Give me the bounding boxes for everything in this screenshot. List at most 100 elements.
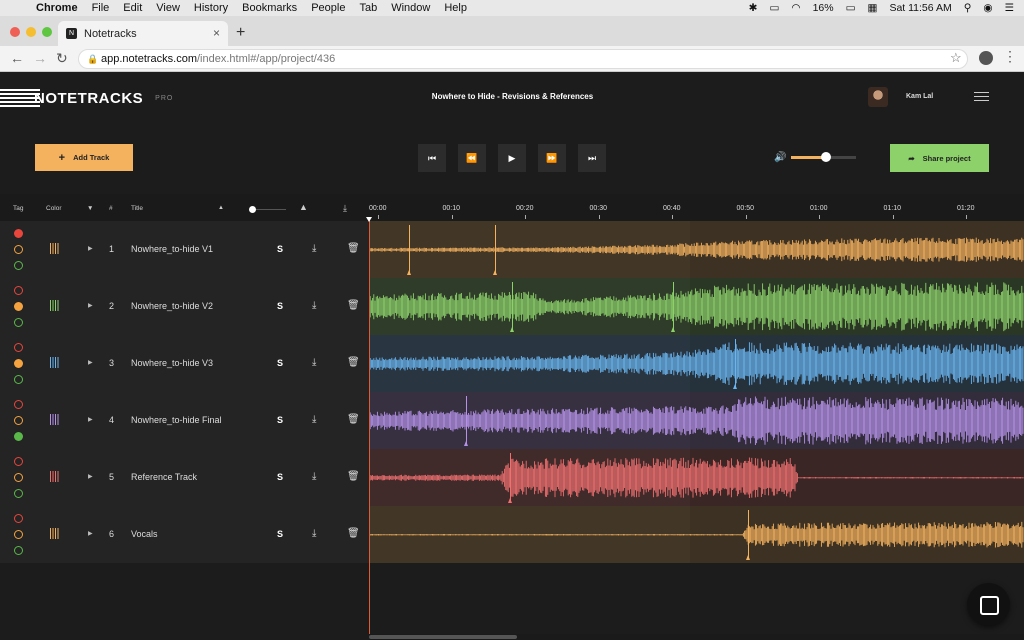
tag-green-toggle[interactable] (14, 375, 23, 384)
tag-orange-toggle[interactable] (14, 359, 23, 368)
waveform-color-icon[interactable] (50, 243, 60, 254)
bookmark-star-icon[interactable]: ☆ (950, 50, 962, 66)
battery-percent[interactable]: 16% (813, 2, 834, 14)
trash-icon[interactable]: 🗑 (347, 300, 360, 311)
track-title[interactable]: Reference Track (131, 472, 197, 482)
tag-orange-toggle[interactable] (14, 530, 23, 539)
tag-red-toggle[interactable] (14, 286, 23, 295)
zoom-slider-track[interactable] (256, 209, 286, 210)
back-icon[interactable]: ← (10, 50, 24, 66)
zoom-slider-handle[interactable] (249, 206, 256, 213)
tag-green-toggle[interactable] (14, 261, 23, 270)
download-icon[interactable]: ⤓ (312, 357, 316, 368)
download-icon[interactable]: ⤓ (312, 300, 316, 311)
tag-red-toggle[interactable] (14, 343, 23, 352)
menu-app-name[interactable]: Chrome (36, 2, 78, 14)
expand-track-icon[interactable]: ▶ (88, 416, 93, 423)
bluetooth-icon[interactable]: ✱ (749, 2, 758, 14)
color-sort-icon[interactable]: ▼ (87, 205, 93, 212)
track-title[interactable]: Nowhere_to-hide V1 (131, 244, 213, 254)
notetracks-logo[interactable]: NOTETRACKS PRO (0, 88, 173, 108)
solo-button[interactable]: S (277, 415, 283, 425)
expand-track-icon[interactable]: ▶ (88, 302, 93, 309)
playhead-marker[interactable] (366, 217, 372, 222)
zoom-in-icon[interactable]: ▲ (299, 202, 308, 212)
comment-marker[interactable] (671, 282, 675, 332)
chat-launcher-icon[interactable] (967, 583, 1010, 626)
battery-icon[interactable]: ▭ (846, 2, 856, 14)
tag-red-toggle[interactable] (14, 457, 23, 466)
tag-orange-toggle[interactable] (14, 416, 23, 425)
expand-track-icon[interactable]: ▶ (88, 530, 93, 537)
menu-bookmarks[interactable]: Bookmarks (242, 2, 297, 14)
user-avatar[interactable] (868, 87, 888, 107)
tag-orange-toggle[interactable] (14, 302, 23, 311)
expand-track-icon[interactable]: ▶ (88, 473, 93, 480)
volume-slider-handle[interactable] (821, 152, 831, 162)
tag-green-toggle[interactable] (14, 318, 23, 327)
hamburger-menu-icon[interactable] (974, 92, 989, 101)
download-icon[interactable]: ⤓ (312, 528, 316, 539)
skip-to-start-button[interactable]: ⏮ (418, 144, 446, 172)
menu-file[interactable]: File (92, 2, 110, 14)
download-icon[interactable]: ⤓ (312, 471, 316, 482)
waveform-color-icon[interactable] (50, 471, 60, 482)
column-number[interactable]: # (109, 205, 113, 212)
waveform-color-icon[interactable] (50, 357, 60, 368)
column-title[interactable]: Title (131, 205, 143, 212)
track-title[interactable]: Vocals (131, 529, 158, 539)
track-waveform[interactable] (369, 335, 1024, 392)
minimize-window-icon[interactable] (26, 27, 36, 37)
menu-people[interactable]: People (311, 2, 345, 14)
play-button[interactable]: ▶ (498, 144, 526, 172)
rewind-button[interactable]: ⏪ (458, 144, 486, 172)
browser-tab[interactable]: N Notetracks × (58, 21, 228, 46)
maximize-window-icon[interactable] (42, 27, 52, 37)
timeline-scrollbar-thumb[interactable] (369, 635, 517, 639)
user-name[interactable]: Kam Lal (906, 93, 933, 100)
comment-marker[interactable] (510, 282, 514, 332)
fast-forward-button[interactable]: ⏩ (538, 144, 566, 172)
tag-orange-toggle[interactable] (14, 473, 23, 482)
spotlight-icon[interactable]: ⚲ (964, 2, 972, 14)
expand-track-icon[interactable]: ▶ (88, 245, 93, 252)
solo-button[interactable]: S (277, 472, 283, 482)
address-bar[interactable]: 🔒 app.notetracks.com/index.html#/app/pro… (78, 49, 968, 69)
tag-green-toggle[interactable] (14, 546, 23, 555)
menu-window[interactable]: Window (391, 2, 430, 14)
menu-edit[interactable]: Edit (123, 2, 142, 14)
profile-icon[interactable] (979, 51, 993, 65)
share-project-button[interactable]: ➦ Share project (890, 144, 989, 172)
trash-icon[interactable]: 🗑 (347, 414, 360, 425)
tag-orange-toggle[interactable] (14, 245, 23, 254)
menu-view[interactable]: View (156, 2, 180, 14)
track-waveform[interactable] (369, 278, 1024, 335)
track-waveform[interactable] (369, 221, 1024, 278)
close-tab-icon[interactable]: × (213, 26, 220, 40)
waveform-color-icon[interactable] (50, 414, 60, 425)
tag-red-toggle[interactable] (14, 229, 23, 238)
reload-icon[interactable]: ↻ (56, 50, 68, 67)
track-waveform[interactable] (369, 506, 1024, 563)
tag-green-toggle[interactable] (14, 432, 23, 441)
skip-to-end-button[interactable]: ⏭ (578, 144, 606, 172)
waveform-color-icon[interactable] (50, 528, 60, 539)
notification-center-icon[interactable]: ☰ (1005, 2, 1014, 14)
keyboard-icon[interactable]: ▦ (868, 2, 878, 14)
comment-marker[interactable] (464, 396, 468, 446)
airplay-icon[interactable]: ▭ (769, 2, 779, 14)
download-icon[interactable]: ⤓ (312, 243, 316, 254)
solo-button[interactable]: S (277, 244, 283, 254)
volume-icon[interactable]: 🔊 (774, 152, 786, 163)
clock[interactable]: Sat 11:56 AM (889, 2, 951, 14)
add-track-button[interactable]: + Add Track (35, 144, 133, 171)
comment-marker[interactable] (493, 225, 497, 275)
solo-button[interactable]: S (277, 301, 283, 311)
solo-button[interactable]: S (277, 358, 283, 368)
expand-track-icon[interactable]: ▶ (88, 359, 93, 366)
wifi-icon[interactable]: ◠ (791, 2, 800, 14)
download-all-icon[interactable]: ⤓ (343, 203, 347, 214)
trash-icon[interactable]: 🗑 (347, 357, 360, 368)
tag-green-toggle[interactable] (14, 489, 23, 498)
browser-menu-icon[interactable]: ⋮ (1003, 48, 1017, 65)
